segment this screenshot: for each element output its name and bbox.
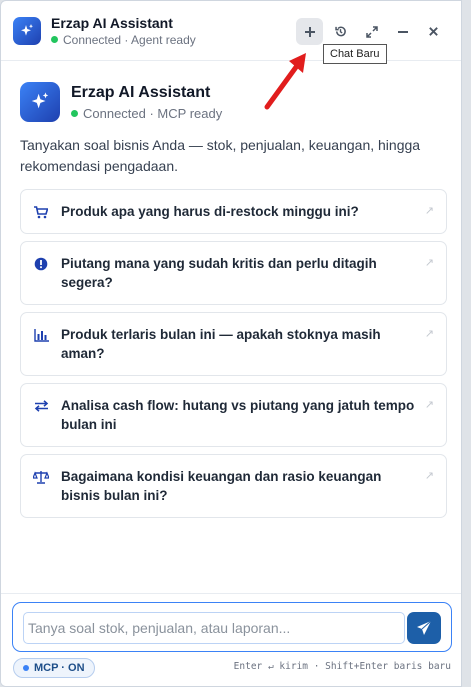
close-icon — [429, 27, 438, 36]
window-controls — [296, 18, 447, 45]
connection-status: Connected · Agent ready — [51, 33, 196, 47]
suggestion-card[interactable]: Bagaimana kondisi keuangan dan rasio keu… — [20, 454, 447, 518]
suggestion-text: Analisa cash flow: hutang vs piutang yan… — [61, 398, 415, 432]
expand-icon — [365, 25, 378, 38]
minimize-button[interactable] — [389, 18, 416, 45]
status-dot — [71, 109, 78, 117]
suggestion-card[interactable]: Produk terlaris bulan ini — apakah stokn… — [20, 312, 447, 376]
plus-icon — [304, 26, 315, 37]
suggestion-card[interactable]: Piutang mana yang sudah kritis dan perlu… — [20, 241, 447, 305]
mcp-status-badge[interactable]: MCP · ON — [13, 658, 95, 678]
suggestion-text: Produk apa yang harus di-restock minggu … — [61, 204, 359, 219]
hero-status: Connected · MCP ready — [71, 106, 222, 121]
expand-button[interactable] — [358, 18, 385, 45]
composer: MCP · ON Enter ↵ kirim · Shift+Enter bar… — [1, 593, 461, 686]
alert-icon — [33, 255, 49, 273]
composer-box — [12, 602, 452, 652]
send-button[interactable] — [407, 612, 441, 644]
suggestion-card[interactable]: Produk apa yang harus di-restock minggu … — [20, 189, 447, 234]
mcp-status-dot — [23, 665, 29, 671]
arrow-up-right-icon: ↗ — [424, 257, 434, 269]
arrow-up-right-icon: ↗ — [424, 399, 434, 411]
arrow-up-right-icon: ↗ — [424, 328, 434, 340]
hero-header: Erzap AI Assistant Connected · MCP ready — [20, 82, 222, 122]
sparkle-icon — [20, 82, 60, 122]
swap-icon — [33, 397, 49, 415]
suggestion-text: Piutang mana yang sudah kritis dan perlu… — [61, 256, 377, 290]
history-icon — [335, 26, 346, 37]
new-chat-tooltip: Chat Baru — [323, 44, 387, 64]
arrow-up-right-icon: ↗ — [424, 205, 434, 217]
red-arrow-annotation — [264, 53, 306, 110]
send-icon — [417, 620, 432, 635]
close-button[interactable] — [420, 18, 447, 45]
new-chat-button[interactable] — [296, 18, 323, 45]
bar-chart-icon — [33, 326, 49, 344]
arrow-up-right-icon: ↗ — [424, 470, 434, 482]
suggestion-text: Bagaimana kondisi keuangan dan rasio keu… — [61, 469, 382, 503]
hero-title: Erzap AI Assistant — [71, 83, 211, 101]
minus-icon — [397, 30, 408, 33]
status-dot — [51, 36, 58, 43]
hero-status-text: Connected · MCP ready — [83, 105, 223, 121]
connection-status-text: Connected · Agent ready — [63, 32, 196, 47]
suggestion-text: Produk terlaris bulan ini — apakah stokn… — [61, 327, 381, 361]
app-title: Erzap AI Assistant — [51, 14, 173, 31]
scale-icon — [33, 468, 49, 486]
suggestion-list: Produk apa yang harus di-restock minggu … — [20, 189, 447, 525]
sparkle-icon — [13, 16, 41, 45]
history-button[interactable] — [327, 18, 354, 45]
mcp-status-text: MCP · ON — [34, 662, 85, 674]
intro-text: Tanyakan soal bisnis Anda — stok, penjua… — [20, 137, 421, 174]
assistant-panel: Erzap AI Assistant Connected · Agent rea… — [0, 0, 462, 687]
keyboard-hint: Enter ↵ kirim · Shift+Enter baris baru — [233, 661, 451, 672]
suggestion-card[interactable]: Analisa cash flow: hutang vs piutang yan… — [20, 383, 447, 447]
title-bar: Erzap AI Assistant Connected · Agent rea… — [1, 1, 461, 61]
chat-input[interactable] — [23, 612, 405, 644]
cart-icon — [33, 203, 49, 221]
